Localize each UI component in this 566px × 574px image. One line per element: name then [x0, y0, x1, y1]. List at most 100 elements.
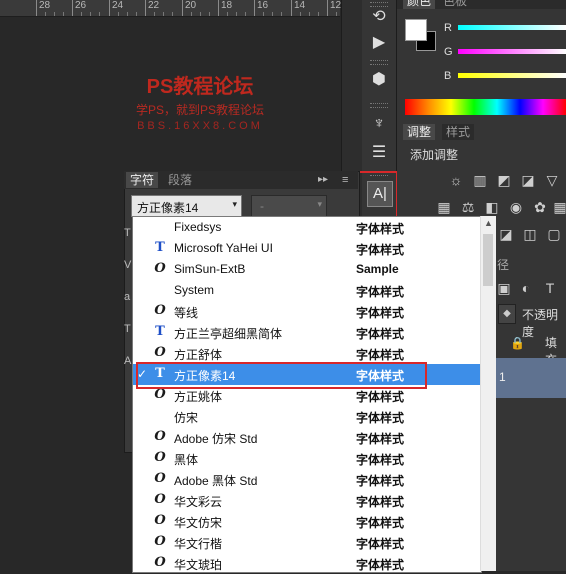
- font-style-value: -: [260, 199, 264, 213]
- color-spectrum[interactable]: [405, 99, 566, 115]
- char-option-icon: V: [124, 259, 132, 271]
- font-sample: 字体样式: [356, 474, 405, 488]
- color-lookup-icon[interactable]: ▦: [552, 199, 566, 215]
- ruler-minor-tick: [172, 12, 173, 16]
- tab-paths[interactable]: 径: [497, 256, 509, 273]
- posterize-icon[interactable]: ◫: [522, 226, 538, 242]
- tab-paragraph[interactable]: 段落: [164, 172, 197, 188]
- font-list-dropdown[interactable]: Fixedsys 字体样式 T Microsoft YaHei UI 字体样式 O SimS…: [132, 216, 482, 573]
- font-item[interactable]: T 方正兰亭超细黑简体 字体样式: [133, 322, 481, 343]
- font-sample: 字体样式: [356, 243, 405, 257]
- font-item[interactable]: O SimSun-ExtB Sample: [133, 259, 481, 280]
- ruler-tick: 12: [327, 0, 341, 16]
- scroll-up-icon[interactable]: ▲: [481, 216, 496, 231]
- panel-menu-icon[interactable]: ≡: [338, 172, 352, 188]
- brightness-icon[interactable]: ☼: [448, 172, 464, 188]
- font-name: Adobe 仿宋 Std: [174, 432, 258, 446]
- tab-adjustments[interactable]: 调整: [403, 124, 436, 140]
- channel-r-slider[interactable]: [458, 25, 566, 30]
- font-family-select[interactable]: 方正像素14 ▾: [131, 195, 242, 217]
- collapse-icon[interactable]: ▸▸: [314, 172, 332, 188]
- sliders-icon[interactable]: ☰: [366, 141, 392, 165]
- curves-icon[interactable]: ◩: [496, 172, 512, 188]
- 3d-cube-icon[interactable]: ⬢: [366, 68, 392, 92]
- font-item[interactable]: Fixedsys 字体样式: [133, 217, 481, 238]
- font-item[interactable]: System 字体样式: [133, 280, 481, 301]
- invert-icon[interactable]: ◪: [498, 226, 514, 242]
- channel-b-slider[interactable]: [458, 73, 566, 78]
- layer-filter-type-icon[interactable]: T: [542, 280, 558, 296]
- ruler-minor-tick: [163, 12, 164, 16]
- font-item[interactable]: O 华文行楷 字体样式: [133, 532, 481, 553]
- photo-filter-icon[interactable]: ◉: [508, 199, 524, 215]
- grip[interactable]: [370, 60, 388, 65]
- tab-swatches[interactable]: 色板: [439, 0, 472, 9]
- font-name: 华文琥珀: [174, 558, 223, 572]
- font-item[interactable]: O 黑体 字体样式: [133, 448, 481, 469]
- font-sample: 字体样式: [356, 306, 405, 320]
- font-name: 方正姚体: [174, 390, 223, 404]
- ruler-minor-tick: [200, 12, 201, 16]
- levels-icon[interactable]: ▥: [472, 172, 488, 188]
- ruler-minor-tick: [81, 12, 82, 16]
- font-name: 华文彩云: [174, 495, 223, 509]
- layer-filter-pixel-icon[interactable]: ▣: [496, 280, 512, 296]
- font-item[interactable]: O 方正舒体 字体样式: [133, 343, 481, 364]
- char-option-icon: T: [124, 227, 131, 239]
- history-icon[interactable]: ⟲: [366, 5, 392, 29]
- hue-icon[interactable]: ▦: [436, 199, 452, 215]
- brush-icon[interactable]: ♆: [366, 112, 392, 136]
- tab-color[interactable]: 颜色: [403, 0, 436, 9]
- opentype-icon: O: [154, 261, 166, 276]
- font-item[interactable]: O 华文仿宋 字体样式: [133, 511, 481, 532]
- font-style-select[interactable]: - ▾: [251, 195, 327, 217]
- vibrance-icon[interactable]: ▽: [544, 172, 560, 188]
- ruler-minor-tick: [300, 12, 301, 16]
- font-sample: 字体样式: [356, 390, 405, 404]
- font-item[interactable]: O 等线 字体样式: [133, 301, 481, 322]
- ruler-minor-tick: [263, 12, 264, 16]
- grip[interactable]: [370, 103, 388, 108]
- scroll-thumb[interactable]: [483, 234, 493, 286]
- exposure-icon[interactable]: ◪: [520, 172, 536, 188]
- font-item[interactable]: 仿宋 字体样式: [133, 406, 481, 427]
- balance-icon[interactable]: ⚖: [460, 199, 476, 215]
- ruler-minor-tick: [54, 12, 55, 16]
- font-item[interactable]: O Adobe 仿宋 Std 字体样式: [133, 427, 481, 448]
- ruler-tick-label: 12: [330, 0, 342, 11]
- channel-mixer-icon[interactable]: ✿: [532, 199, 548, 215]
- ruler-minor-tick: [336, 12, 337, 16]
- font-item[interactable]: O Adobe 黑体 Std 字体样式: [133, 469, 481, 490]
- font-name: Fixedsys: [174, 220, 222, 234]
- opentype-icon: O: [154, 492, 166, 507]
- font-name: 方正舒体: [174, 348, 223, 362]
- channel-g-slider[interactable]: [458, 49, 566, 54]
- foreground-color-swatch[interactable]: [405, 19, 427, 41]
- ruler-minor-tick: [227, 12, 228, 16]
- ruler-minor-tick: [236, 12, 237, 16]
- highlight-box: [136, 362, 427, 389]
- adjustments-title: 添加调整: [410, 148, 459, 162]
- selected-layer-row[interactable]: 1: [485, 358, 566, 398]
- actions-play-icon[interactable]: ▶: [366, 31, 392, 55]
- ruler-tick-label: 24: [112, 0, 124, 11]
- font-item[interactable]: O 华文彩云 字体样式: [133, 490, 481, 511]
- lock-icon[interactable]: 🔒: [510, 336, 525, 350]
- blend-mode-stepper[interactable]: ◆: [498, 304, 516, 324]
- truetype-icon: T: [155, 240, 165, 255]
- horizontal-ruler: 28 26 24 22 20 18 16 14 12: [0, 0, 355, 17]
- tab-styles[interactable]: 样式: [442, 124, 475, 140]
- ruler-minor-tick: [191, 12, 192, 16]
- font-list-scrollbar[interactable]: ▲: [480, 216, 496, 571]
- color-panel-header: 颜色 色板: [397, 0, 566, 9]
- layer-filter-adjust-icon[interactable]: ◐: [518, 280, 534, 296]
- tab-character[interactable]: 字符: [126, 172, 159, 188]
- ruler-minor-tick: [63, 12, 64, 16]
- font-sample: 字体样式: [356, 432, 405, 446]
- font-sample: 字体样式: [356, 495, 405, 509]
- bw-icon[interactable]: ◧: [484, 199, 500, 215]
- ruler-minor-tick: [136, 12, 137, 16]
- char-option-icon: a: [124, 291, 131, 303]
- font-item[interactable]: T Microsoft YaHei UI 字体样式: [133, 238, 481, 259]
- threshold-icon[interactable]: ▢: [546, 226, 562, 242]
